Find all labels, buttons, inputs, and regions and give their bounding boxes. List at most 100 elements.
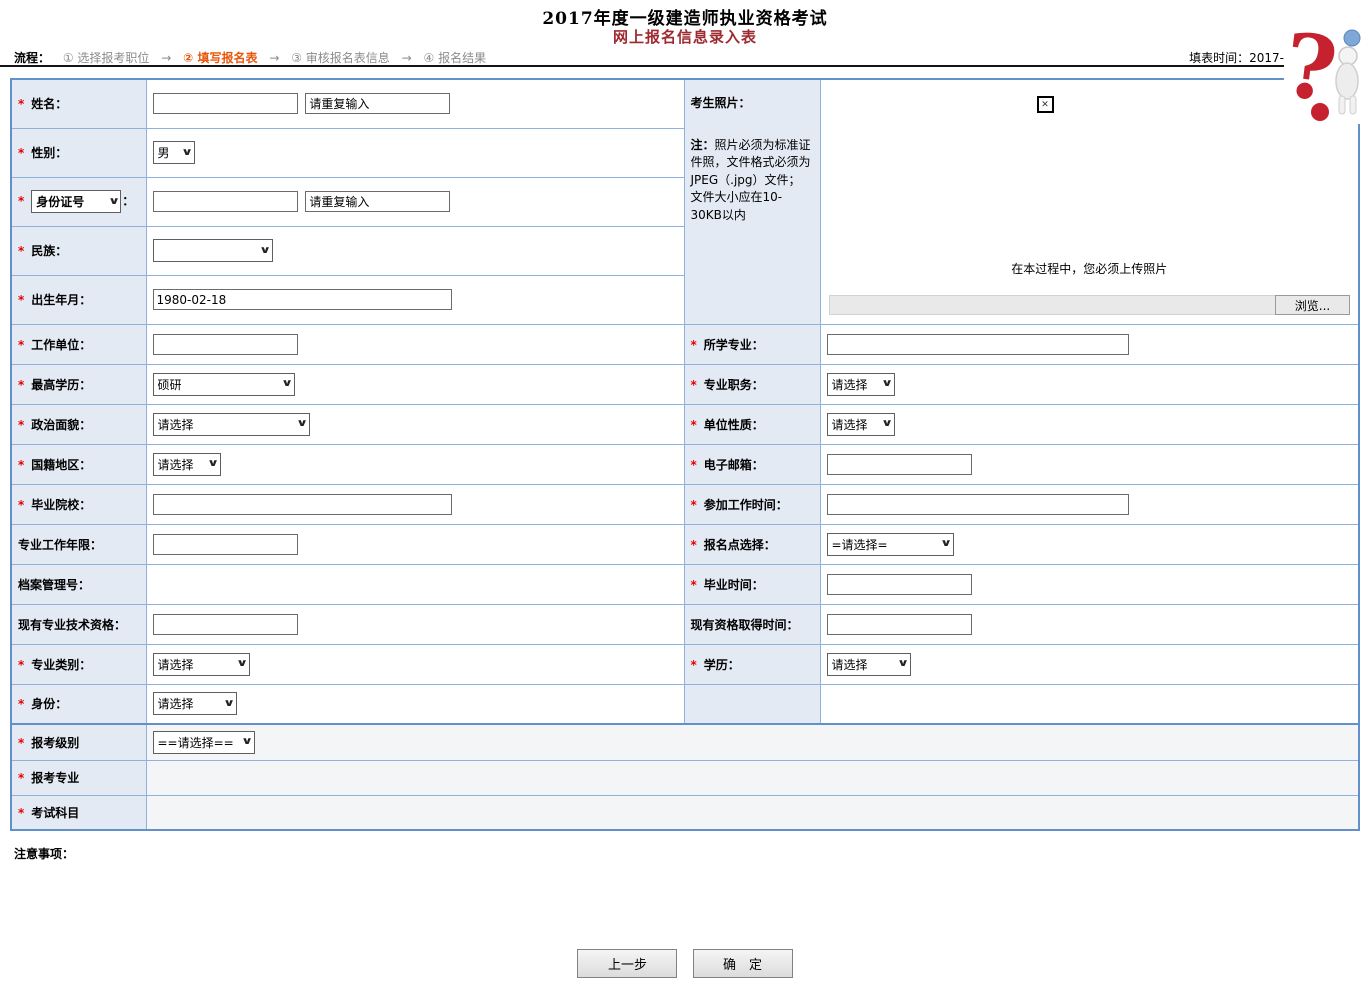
grad-school-field-cell: [146, 484, 684, 524]
work-unit-field-cell: [146, 324, 684, 364]
unit-nature-select-value: 请选择: [832, 416, 868, 433]
unit-nature-label: 单位性质：: [704, 418, 764, 432]
qual-time-label-cell: 现有资格取得时间：: [684, 604, 820, 644]
broken-image-icon: ✕: [1037, 96, 1054, 113]
id-type-label-cell: *身份证号∨：: [11, 177, 146, 226]
unit-nature-label-cell: * 单位性质：: [684, 404, 820, 444]
grad-school-label: 毕业院校：: [31, 498, 91, 512]
political-label-cell: *政治面貌：: [11, 404, 146, 444]
chevron-down-icon: ∨: [108, 195, 120, 206]
prof-duty-field-cell: 请选择 ∨: [820, 364, 1359, 404]
reg-point-label-cell: *报名点选择：: [684, 524, 820, 564]
required-asterisk: *: [691, 378, 697, 392]
required-asterisk: *: [18, 338, 24, 352]
identity-label: 身份：: [31, 697, 67, 711]
highest-edu-label-cell: *最高学历：: [11, 364, 146, 404]
highest-edu-select[interactable]: 硕研 ∨: [153, 373, 295, 396]
chevron-down-icon: ∨: [940, 538, 952, 549]
id-number-input[interactable]: [153, 191, 298, 212]
exam-subject-label: 考试科目: [31, 806, 79, 820]
required-asterisk: *: [691, 538, 697, 552]
required-asterisk: *: [18, 378, 24, 392]
exam-level-select[interactable]: ==请选择== ∨: [153, 731, 255, 754]
required-asterisk: *: [691, 338, 697, 352]
unit-nature-field-cell: 请选择 ∨: [820, 404, 1359, 444]
grad-time-label-cell: *毕业时间：: [684, 564, 820, 604]
prof-duty-label: 专业职务：: [704, 378, 764, 392]
step-review-info: ③ 审核报名表信息: [291, 51, 390, 65]
major-cat-select[interactable]: 请选择 ∨: [153, 653, 250, 676]
edu-label-cell: *学历：: [684, 644, 820, 684]
prev-step-button[interactable]: 上一步: [577, 949, 677, 978]
work-start-field-cell: [820, 484, 1359, 524]
unit-nature-select[interactable]: 请选择 ∨: [827, 413, 895, 436]
grad-time-label: 毕业时间：: [704, 578, 764, 592]
prof-duty-label-cell: * 专业职务：: [684, 364, 820, 404]
work-start-input[interactable]: [827, 494, 1129, 515]
political-select[interactable]: 请选择 ∨: [153, 413, 310, 436]
prof-duty-select-value: 请选择: [832, 376, 868, 393]
reg-point-select[interactable]: =请选择= ∨: [827, 533, 954, 556]
required-asterisk: *: [18, 146, 24, 160]
grad-time-input[interactable]: [827, 574, 972, 595]
current-qual-input[interactable]: [153, 614, 298, 635]
chevron-down-icon: ∨: [181, 146, 193, 157]
exam-major-label: 报考专业: [31, 771, 79, 785]
chevron-down-icon: ∨: [241, 736, 253, 747]
chevron-down-icon: ∨: [881, 378, 893, 389]
required-asterisk: *: [18, 244, 24, 258]
work-unit-label: 工作单位：: [31, 338, 91, 352]
flow-label: 流程：: [14, 51, 50, 65]
nationality-select[interactable]: 请选择 ∨: [153, 453, 221, 476]
name-input[interactable]: [153, 93, 298, 114]
photo-label: 考生照片：: [691, 94, 817, 111]
exam-subject-label-cell: *考试科目: [11, 795, 146, 830]
chevron-down-icon: ∨: [223, 698, 235, 709]
ethnic-select[interactable]: ∨: [153, 239, 273, 262]
empty-label-cell: [684, 684, 820, 724]
email-label: 电子邮箱：: [704, 458, 764, 472]
name-field-cell: [146, 79, 684, 128]
prof-years-label: 专业工作年限：: [18, 538, 102, 552]
prof-duty-select[interactable]: 请选择 ∨: [827, 373, 895, 396]
required-asterisk: *: [18, 458, 24, 472]
upload-hint: 在本过程中，您必须上传照片: [821, 260, 1359, 277]
email-input[interactable]: [827, 454, 972, 475]
chevron-down-icon: ∨: [296, 418, 308, 429]
work-unit-input[interactable]: [153, 334, 298, 355]
grad-school-input[interactable]: [153, 494, 452, 515]
chevron-down-icon: ∨: [207, 458, 219, 469]
registration-form-table: *姓名： 考生照片： 注：照片必须为标准证件照，文件格式必须为JPEG（.jpg…: [10, 78, 1360, 831]
edu-select-value: 请选择: [832, 656, 868, 673]
chevron-down-icon: ∨: [897, 658, 909, 669]
prof-years-input[interactable]: [153, 534, 298, 555]
major-cat-label: 专业类别：: [31, 658, 91, 672]
file-path-field[interactable]: [829, 295, 1276, 315]
grad-school-label-cell: *毕业院校：: [11, 484, 146, 524]
name-repeat-input[interactable]: [305, 93, 450, 114]
edu-select[interactable]: 请选择 ∨: [827, 653, 911, 676]
step-fill-form: ② 填写报名表: [183, 51, 257, 65]
photo-note-prefix: 注：: [691, 138, 715, 152]
id-type-select[interactable]: 身份证号∨: [31, 190, 121, 213]
archive-no-label: 档案管理号：: [18, 578, 90, 592]
gender-label: 性别：: [31, 146, 67, 160]
identity-label-cell: *身份：: [11, 684, 146, 724]
birth-label-cell: *出生年月：: [11, 275, 146, 324]
reg-point-field-cell: =请选择= ∨: [820, 524, 1359, 564]
photo-upload-cell: ✕ 在本过程中，您必须上传照片 浏览...: [820, 79, 1359, 324]
major-studied-input[interactable]: [827, 334, 1129, 355]
work-unit-label-cell: * 工作单位：: [11, 324, 146, 364]
browse-button[interactable]: 浏览...: [1275, 295, 1350, 315]
birth-date-input[interactable]: [153, 289, 452, 310]
id-number-repeat-input[interactable]: [305, 191, 450, 212]
birth-label: 出生年月：: [31, 293, 91, 307]
required-asterisk: *: [691, 418, 697, 432]
confirm-button[interactable]: 确 定: [693, 949, 793, 978]
qual-time-field-cell: [820, 604, 1359, 644]
required-asterisk: *: [18, 418, 24, 432]
identity-select[interactable]: 请选择 ∨: [153, 692, 237, 715]
qual-time-input[interactable]: [827, 614, 972, 635]
gender-select[interactable]: 男 ∨: [153, 141, 195, 164]
chevron-down-icon: ∨: [881, 418, 893, 429]
